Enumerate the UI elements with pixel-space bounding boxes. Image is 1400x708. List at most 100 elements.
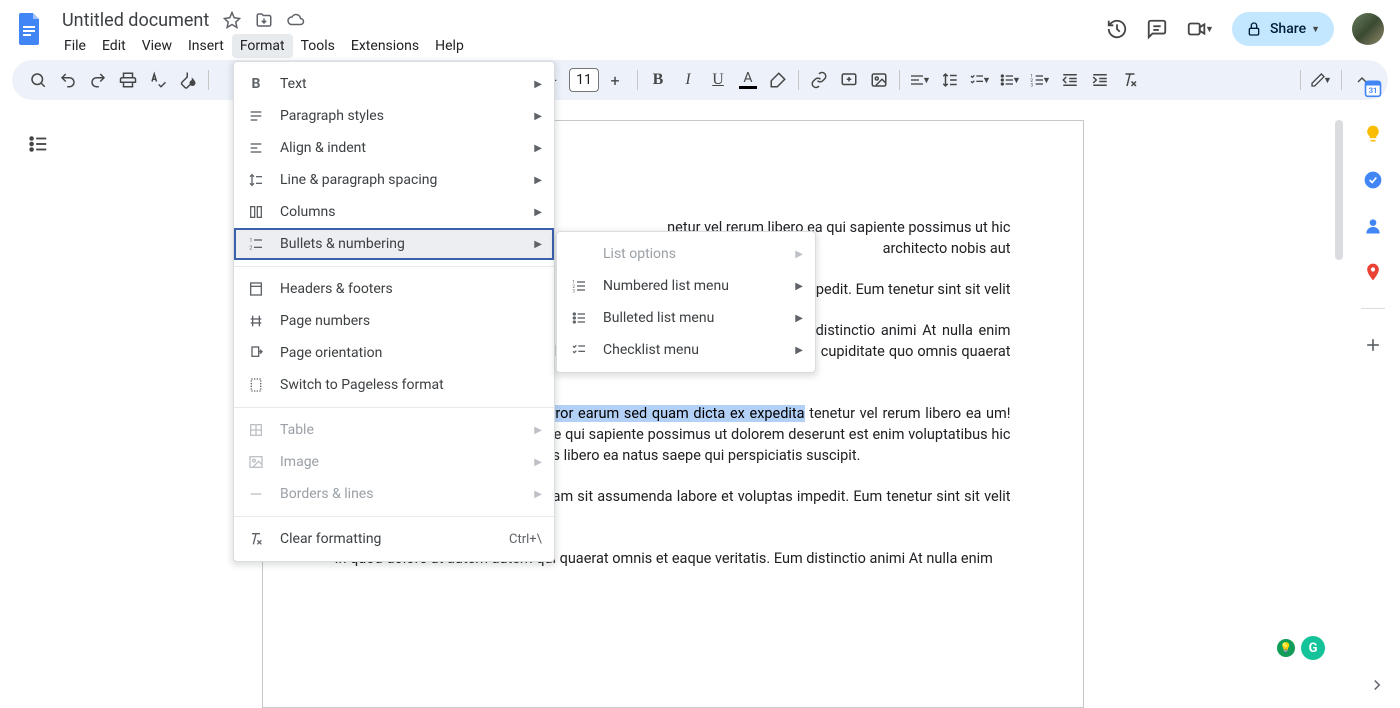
orientation-icon	[246, 345, 266, 361]
grammarly-icon: G	[1301, 636, 1325, 660]
format-align-indent[interactable]: Align & indent▶	[234, 132, 554, 164]
decrease-indent-icon[interactable]	[1056, 66, 1084, 94]
pen-icon[interactable]: ▼	[1307, 66, 1335, 94]
submenu-numbered-list[interactable]: 123Numbered list menu▶	[557, 270, 815, 302]
move-icon[interactable]	[255, 11, 273, 29]
bulleted-list-icon[interactable]: ▼	[996, 66, 1024, 94]
format-line-spacing[interactable]: Line & paragraph spacing▶	[234, 164, 554, 196]
pagenum-icon	[246, 313, 266, 329]
headers-icon	[246, 281, 266, 297]
text-color-icon[interactable]: A	[734, 66, 762, 94]
checklist-icon[interactable]: ▼	[966, 66, 994, 94]
link-icon[interactable]	[805, 66, 833, 94]
vertical-scrollbar[interactable]	[1333, 112, 1345, 312]
svg-text:2: 2	[249, 245, 252, 251]
share-caret-icon[interactable]: ▼	[1311, 24, 1320, 35]
underline-icon[interactable]: U	[704, 66, 732, 94]
cloud-icon[interactable]	[287, 11, 305, 29]
highlight-icon[interactable]	[764, 66, 792, 94]
format-image: Image▶	[234, 446, 554, 478]
bullets-icon: 12	[246, 236, 266, 252]
grammarly-hint-icon: 💡	[1277, 639, 1295, 657]
format-page-numbers[interactable]: Page numbers	[234, 305, 554, 337]
calendar-icon[interactable]: 31	[1363, 78, 1383, 98]
avatar[interactable]	[1352, 13, 1384, 45]
checklist-icon	[569, 342, 589, 358]
add-addon-icon[interactable]	[1363, 335, 1383, 355]
menu-insert[interactable]: Insert	[180, 34, 232, 58]
menu-view[interactable]: View	[134, 34, 180, 58]
paint-format-icon[interactable]	[174, 66, 202, 94]
bulleted-list-icon	[569, 310, 589, 326]
clear-format-icon[interactable]	[1116, 66, 1144, 94]
side-panel: 31	[1346, 64, 1400, 708]
format-borders-lines: Borders & lines▶	[234, 478, 554, 510]
format-headers-footers[interactable]: Headers & footers	[234, 273, 554, 305]
undo-icon[interactable]	[54, 66, 82, 94]
svg-text:31: 31	[1369, 86, 1378, 95]
bold-icon: B	[246, 76, 266, 92]
star-icon[interactable]	[223, 11, 241, 29]
menu-help[interactable]: Help	[427, 34, 472, 58]
increase-indent-icon[interactable]	[1086, 66, 1114, 94]
menu-file[interactable]: File	[56, 34, 94, 58]
document-title[interactable]: Untitled document	[56, 9, 215, 32]
submenu-bulleted-list[interactable]: Bulleted list menu▶	[557, 302, 815, 334]
docs-logo[interactable]	[12, 10, 48, 46]
menu-edit[interactable]: Edit	[94, 34, 134, 58]
bold-icon[interactable]: B	[644, 66, 672, 94]
submenu-list-options: List options▶	[557, 238, 815, 270]
format-table: Table▶	[234, 414, 554, 446]
svg-text:3: 3	[572, 289, 575, 294]
format-clear-formatting[interactable]: Clear formattingCtrl+\	[234, 523, 554, 555]
svg-text:3: 3	[1030, 83, 1033, 88]
columns-icon	[246, 204, 266, 220]
clear-icon	[246, 531, 266, 547]
selected-text: rror earum sed quam dicta ex expedita	[551, 405, 805, 422]
submenu-checklist[interactable]: Checklist menu▶	[557, 334, 815, 366]
redo-icon[interactable]	[84, 66, 112, 94]
format-menu: BText▶ Paragraph styles▶ Align & indent▶…	[233, 61, 555, 562]
menu-tools[interactable]: Tools	[293, 34, 343, 58]
maps-icon[interactable]	[1363, 262, 1383, 282]
grammarly-widget[interactable]: 💡 G	[1277, 636, 1325, 660]
font-size-plus[interactable]: +	[601, 66, 629, 94]
format-bullets-numbering[interactable]: 12Bullets & numbering▶	[234, 228, 554, 260]
format-paragraph-styles[interactable]: Paragraph styles▶	[234, 100, 554, 132]
menu-format[interactable]: Format	[232, 34, 293, 58]
share-label: Share	[1270, 21, 1306, 37]
pageless-icon	[246, 377, 266, 393]
history-icon[interactable]	[1106, 18, 1128, 40]
keep-icon[interactable]	[1363, 124, 1383, 144]
toolbar: − 11 + B I U A ▼ ▼ ▼ 123▼ ▼	[12, 60, 1388, 100]
font-size-input[interactable]: 11	[569, 68, 599, 92]
print-icon[interactable]	[114, 66, 142, 94]
format-columns[interactable]: Columns▶	[234, 196, 554, 228]
format-text[interactable]: BText▶	[234, 68, 554, 100]
numbered-list-icon[interactable]: 123▼	[1026, 66, 1054, 94]
image-icon	[246, 454, 266, 470]
add-comment-icon[interactable]	[835, 66, 863, 94]
search-icon[interactable]	[24, 66, 52, 94]
share-button[interactable]: Share ▼	[1232, 12, 1334, 46]
spacing-icon	[246, 172, 266, 188]
meet-icon[interactable]: ▼	[1186, 18, 1214, 40]
italic-icon[interactable]: I	[674, 66, 702, 94]
format-page-orientation[interactable]: Page orientation	[234, 337, 554, 369]
contacts-icon[interactable]	[1363, 216, 1383, 236]
spellcheck-icon[interactable]	[144, 66, 172, 94]
paragraph-icon	[246, 108, 266, 124]
format-pageless[interactable]: Switch to Pageless format	[234, 369, 554, 401]
numbered-list-icon: 123	[569, 278, 589, 294]
line-spacing-icon[interactable]	[936, 66, 964, 94]
insert-image-icon[interactable]	[865, 66, 893, 94]
side-collapse-icon[interactable]	[1368, 676, 1386, 694]
tasks-icon[interactable]	[1363, 170, 1383, 190]
table-icon	[246, 422, 266, 438]
comment-icon[interactable]	[1146, 18, 1168, 40]
align-icon[interactable]: ▼	[906, 66, 934, 94]
bullets-numbering-submenu: List options▶ 123Numbered list menu▶ Bul…	[556, 231, 816, 373]
align-icon	[246, 140, 266, 156]
borders-icon	[246, 486, 266, 502]
menu-extensions[interactable]: Extensions	[343, 34, 427, 58]
